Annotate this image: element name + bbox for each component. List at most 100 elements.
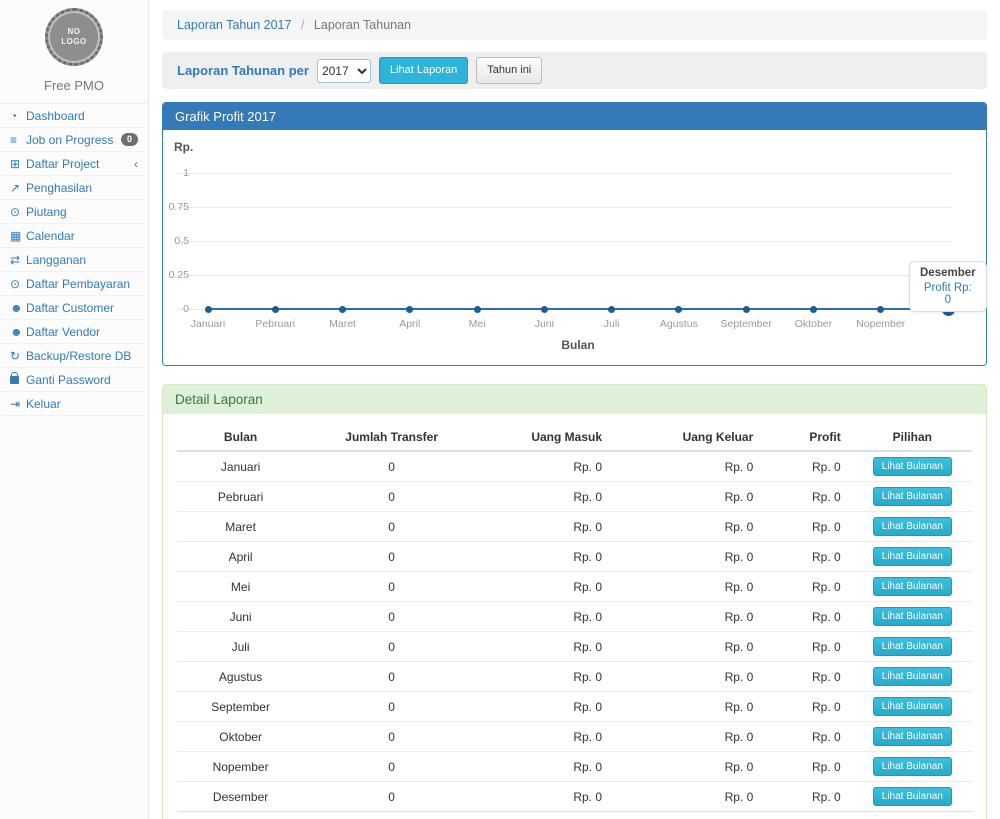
cell-uang-masuk: Rp. 0 xyxy=(479,542,646,572)
data-point[interactable] xyxy=(474,306,481,313)
table-row: Juli 0 Rp. 0 Rp. 0 Rp. 0 Lihat Bulanan xyxy=(177,632,972,662)
detail-panel-title: Detail Laporan xyxy=(163,385,986,414)
sidebar-item[interactable]: ⊞ Daftar Project ‹ xyxy=(0,152,148,176)
data-point[interactable] xyxy=(810,306,817,313)
lihat-bulanan-button[interactable]: Lihat Bulanan xyxy=(873,517,952,536)
data-point[interactable] xyxy=(272,306,279,313)
data-point[interactable] xyxy=(541,306,548,313)
lihat-bulanan-button[interactable]: Lihat Bulanan xyxy=(873,757,952,776)
count-badge: 0 xyxy=(121,133,138,146)
cell-uang-keluar: Rp. 0 xyxy=(646,572,765,602)
table-row: Juni 0 Rp. 0 Rp. 0 Rp. 0 Lihat Bulanan xyxy=(177,602,972,632)
lihat-bulanan-button[interactable]: Lihat Bulanan xyxy=(873,787,952,806)
sidebar-item[interactable]: ⇄ Langganan xyxy=(0,248,148,272)
data-point[interactable] xyxy=(406,306,413,313)
lihat-bulanan-button[interactable]: Lihat Bulanan xyxy=(873,637,952,656)
table-row: Januari 0 Rp. 0 Rp. 0 Rp. 0 Lihat Bulana… xyxy=(177,451,972,482)
cell-uang-masuk: Rp. 0 xyxy=(479,482,646,512)
sidebar-item[interactable]: ☻ Daftar Customer xyxy=(0,296,148,320)
cell-uang-masuk: Rp. 0 xyxy=(479,782,646,812)
cell-bulan: April xyxy=(177,542,304,572)
sidebar-item[interactable]: ☻ Daftar Vendor xyxy=(0,320,148,344)
column-header: Uang Masuk xyxy=(479,424,646,451)
cell-bulan: Nopember xyxy=(177,752,304,782)
table-row: Maret 0 Rp. 0 Rp. 0 Rp. 0 Lihat Bulanan xyxy=(177,512,972,542)
lihat-bulanan-button[interactable]: Lihat Bulanan xyxy=(873,607,952,626)
column-header: Profit xyxy=(765,424,852,451)
monthly-report-table: BulanJumlah TransferUang MasukUang Kelua… xyxy=(177,424,972,819)
sidebar-item[interactable]: ≡ Job on Progress 0 xyxy=(0,128,148,152)
cell-profit: Rp. 0 xyxy=(765,632,852,662)
sidebar-item[interactable]: Ganti Password xyxy=(0,368,148,392)
cell-profit: Rp. 0 xyxy=(765,542,852,572)
sidebar-nav: ◔ Dashboard ≡ Job on Progress 0 ⊞ Daftar… xyxy=(0,103,148,416)
data-point[interactable] xyxy=(339,306,346,313)
table-row: Nopember 0 Rp. 0 Rp. 0 Rp. 0 Lihat Bulan… xyxy=(177,752,972,782)
calendar-icon: ▦ xyxy=(10,229,26,243)
lihat-bulanan-button[interactable]: Lihat Bulanan xyxy=(873,667,952,686)
data-point[interactable] xyxy=(743,306,750,313)
column-header: Uang Keluar xyxy=(646,424,765,451)
no-logo-badge: NO LOGO xyxy=(45,8,103,66)
dashboard-icon: ◔ xyxy=(10,109,26,123)
table-row: September 0 Rp. 0 Rp. 0 Rp. 0 Lihat Bula… xyxy=(177,692,972,722)
cell-uang-keluar: Rp. 0 xyxy=(646,602,765,632)
sidebar-item[interactable]: ↗ Penghasilan xyxy=(0,176,148,200)
total-uang-masuk: Rp. 0 xyxy=(479,812,646,819)
breadcrumb-separator: / xyxy=(301,18,304,32)
table-row: Agustus 0 Rp. 0 Rp. 0 Rp. 0 Lihat Bulana… xyxy=(177,662,972,692)
breadcrumb-link[interactable]: Laporan Tahun 2017 xyxy=(177,18,291,32)
column-header: Pilihan xyxy=(853,424,972,451)
users-icon: ☻ xyxy=(10,301,26,315)
detail-report-panel: Detail Laporan BulanJumlah TransferUang … xyxy=(162,384,987,819)
y-tick-label: 0 xyxy=(163,303,189,315)
app-name: Free PMO xyxy=(0,72,148,103)
cell-uang-keluar: Rp. 0 xyxy=(646,692,765,722)
table-row: April 0 Rp. 0 Rp. 0 Rp. 0 Lihat Bulanan xyxy=(177,542,972,572)
money-icon: ⊙ xyxy=(10,205,26,219)
cell-uang-keluar: Rp. 0 xyxy=(646,451,765,482)
lihat-bulanan-button[interactable]: Lihat Bulanan xyxy=(873,547,952,566)
data-point[interactable] xyxy=(205,306,212,313)
tooltip-month: Desember xyxy=(920,267,976,279)
sidebar-item[interactable]: ⊙ Piutang xyxy=(0,200,148,224)
cell-profit: Rp. 0 xyxy=(765,482,852,512)
sidebar-item-label: Langganan xyxy=(26,253,138,267)
y-axis-title: Rp. xyxy=(174,140,193,154)
data-point[interactable] xyxy=(608,306,615,313)
cell-jumlah-transfer: 0 xyxy=(304,692,479,722)
sidebar-item-label: Penghasilan xyxy=(26,181,138,195)
profit-chart-panel: Grafik Profit 2017 Rp. Bulan Desember Pr… xyxy=(162,102,987,366)
cell-profit: Rp. 0 xyxy=(765,722,852,752)
sidebar-item-label: Backup/Restore DB xyxy=(26,349,138,363)
table-row: Mei 0 Rp. 0 Rp. 0 Rp. 0 Lihat Bulanan xyxy=(177,572,972,602)
lihat-bulanan-button[interactable]: Lihat Bulanan xyxy=(873,577,952,596)
filter-label: Laporan Tahunan per xyxy=(177,63,309,78)
cell-bulan: September xyxy=(177,692,304,722)
sign-out-icon: ⇥ xyxy=(10,397,26,411)
cell-uang-keluar: Rp. 0 xyxy=(646,752,765,782)
lihat-laporan-button[interactable]: Lihat Laporan xyxy=(379,57,468,83)
tahun-ini-button[interactable]: Tahun ini xyxy=(476,57,542,83)
sidebar-item[interactable]: ◔ Dashboard xyxy=(0,104,148,128)
main-content: Laporan Tahun 2017 / Laporan Tahunan Lap… xyxy=(149,0,1000,819)
sidebar-item[interactable]: ↻ Backup/Restore DB xyxy=(0,344,148,368)
lihat-bulanan-button[interactable]: Lihat Bulanan xyxy=(873,457,952,476)
breadcrumb-current: Laporan Tahunan xyxy=(314,18,411,32)
cell-bulan: Januari xyxy=(177,451,304,482)
app-logo: NO LOGO xyxy=(0,0,148,72)
data-point[interactable] xyxy=(675,306,682,313)
lihat-bulanan-button[interactable]: Lihat Bulanan xyxy=(873,487,952,506)
cell-uang-masuk: Rp. 0 xyxy=(479,722,646,752)
year-select[interactable]: 2017 xyxy=(317,59,371,83)
sidebar-item[interactable]: ⇥ Keluar xyxy=(0,392,148,416)
cell-uang-keluar: Rp. 0 xyxy=(646,632,765,662)
sidebar-item[interactable]: ⊙ Daftar Pembayaran xyxy=(0,272,148,296)
lihat-bulanan-button[interactable]: Lihat Bulanan xyxy=(873,697,952,716)
refresh-icon: ↻ xyxy=(10,349,26,363)
lihat-bulanan-button[interactable]: Lihat Bulanan xyxy=(873,727,952,746)
sidebar-item[interactable]: ▦ Calendar xyxy=(0,224,148,248)
data-point[interactable] xyxy=(877,306,884,313)
sidebar-item-label: Calendar xyxy=(26,229,138,243)
profit-line xyxy=(208,173,948,313)
